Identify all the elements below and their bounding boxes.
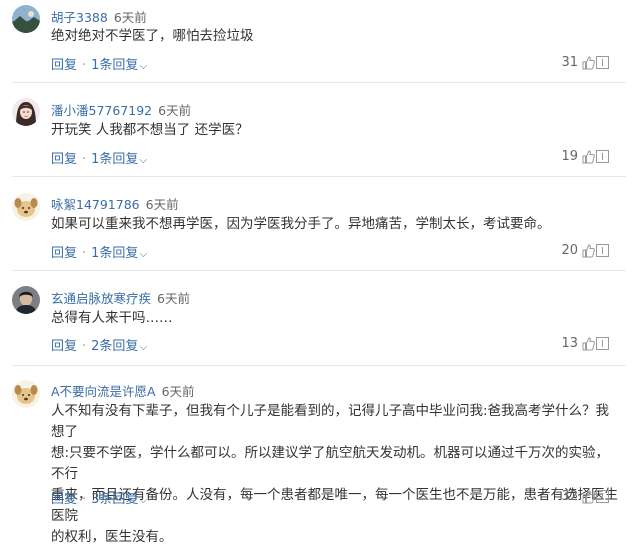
like-count: 13 [561, 336, 578, 351]
reply-count-toggle[interactable]: 1条回复⌵ [91, 246, 147, 261]
comment-text-line: 开玩笑 人我都不想当了 还学医？ [51, 122, 249, 138]
comment-time: 6天前 [157, 291, 190, 306]
comment-meta: 玄通启脉放寒疗疾 6天前 [51, 288, 190, 307]
action-separator: · [82, 339, 87, 354]
thumbs-up-icon[interactable] [582, 336, 595, 351]
like-count: 31 [561, 55, 578, 70]
chevron-down-icon: ⌵ [139, 155, 148, 166]
comment-meta: 潘小潘57767192 6天前 [51, 100, 191, 119]
comment-text-line: 总得有人来干吗…… [51, 310, 173, 326]
comment-text-line: 人不知有没有下辈子，但我有个儿子是能看到的，记得儿子高中毕业问我:爸我高考学什么… [51, 403, 610, 440]
comment-list: 胡子3388 6天前 绝对绝对不学医了，哪怕去捡垃圾 回复 · 1条回复⌵ 31 潘小… [0, 0, 640, 545]
comment-time: 6天前 [145, 197, 179, 212]
reply-count-toggle[interactable]: 1条回复⌵ [91, 58, 147, 73]
comment-divider [12, 82, 626, 83]
thumbs-up-icon[interactable] [582, 55, 595, 70]
like-count: 20 [561, 243, 578, 258]
reply-count-label: 1条回复 [91, 246, 139, 261]
username-link[interactable]: A不要向流是许愿A [51, 384, 156, 399]
comment-text: 绝对绝对不学医了，哪怕去捡垃圾 [51, 26, 621, 47]
action-separator: · [82, 58, 87, 73]
dog-avatar-icon[interactable] [12, 380, 40, 408]
action-separator: · [82, 152, 87, 167]
comment-divider [12, 176, 626, 177]
thumbs-up-icon[interactable] [582, 489, 595, 504]
chevron-down-icon: ⌵ [139, 495, 148, 506]
thumbs-up-icon[interactable] [582, 149, 595, 164]
more-options-icon[interactable] [596, 150, 609, 163]
reply-count-toggle[interactable]: 2条回复⌵ [91, 339, 147, 354]
comment-text: 总得有人来干吗…… [51, 308, 621, 329]
thumbs-up-icon[interactable] [582, 243, 595, 258]
username-link[interactable]: 潘小潘57767192 [51, 103, 152, 118]
username-link[interactable]: 咏絮14791786 [51, 197, 140, 212]
comment-text: 人不知有没有下辈子，但我有个儿子是能看到的，记得儿子高中毕业问我:爸我高考学什么… [51, 401, 621, 548]
comment-meta: 咏絮14791786 6天前 [51, 194, 179, 213]
reply-count-toggle[interactable]: 3条回复⌵ [91, 492, 147, 507]
action-separator: · [82, 492, 87, 507]
comment-actions: 回复 · 1条回复⌵ [51, 242, 147, 261]
reply-button[interactable]: 回复 [51, 246, 77, 261]
man-avatar-icon[interactable] [12, 286, 40, 314]
comment-divider [12, 270, 626, 271]
comment-text-line: 想:只要不学医，学什么都可以。所以建议学了航空航天发动机。机器可以通过千万次的实… [51, 445, 610, 482]
comment-text-line: 的权利，医生没有。 [51, 529, 173, 545]
comment-meta: 胡子3388 6天前 [51, 7, 147, 26]
username-link[interactable]: 玄通启脉放寒疗疾 [51, 291, 151, 306]
reply-button[interactable]: 回复 [51, 492, 77, 507]
action-separator: · [82, 246, 87, 261]
comment-text: 如果可以重来我不想再学医，因为学医我分手了。异地痛苦，学制太长，考试要命。 [51, 214, 621, 235]
chevron-down-icon: ⌵ [139, 342, 148, 353]
comment-actions: 回复 · 2条回复⌵ [51, 335, 147, 354]
girl-avatar-icon[interactable] [12, 98, 40, 126]
reply-count-label: 3条回复 [91, 492, 139, 507]
chevron-down-icon: ⌵ [139, 61, 148, 72]
reply-button[interactable]: 回复 [51, 152, 77, 167]
comment-actions: 回复 · 1条回复⌵ [51, 54, 147, 73]
reply-count-label: 1条回复 [91, 152, 139, 167]
comment-meta: A不要向流是许愿A 6天前 [51, 381, 195, 400]
comment-text: 开玩笑 人我都不想当了 还学医？ [51, 120, 621, 141]
reply-count-label: 2条回复 [91, 339, 139, 354]
reply-count-label: 1条回复 [91, 58, 139, 73]
more-options-icon[interactable] [596, 337, 609, 350]
comment-divider [12, 365, 626, 366]
more-options-icon[interactable] [596, 490, 609, 503]
comment-time: 6天前 [113, 10, 147, 25]
comment-actions: 回复 · 1条回复⌵ [51, 148, 147, 167]
comment-time: 6天前 [161, 384, 195, 399]
dog-avatar-icon[interactable] [12, 193, 40, 221]
like-count: 19 [561, 149, 578, 164]
like-count: 32 [561, 489, 578, 504]
reply-count-toggle[interactable]: 1条回复⌵ [91, 152, 147, 167]
comment-text-line: 如果可以重来我不想再学医，因为学医我分手了。异地痛苦，学制太长，考试要命。 [51, 216, 551, 232]
username-link[interactable]: 胡子3388 [51, 10, 108, 25]
chevron-down-icon: ⌵ [139, 249, 148, 260]
comment-text-line: 绝对绝对不学医了，哪怕去捡垃圾 [51, 28, 254, 44]
comment-time: 6天前 [158, 103, 192, 118]
more-options-icon[interactable] [596, 56, 609, 69]
landscape-avatar-icon[interactable] [12, 5, 40, 33]
comment-actions: 回复 · 3条回复⌵ [51, 488, 147, 507]
more-options-icon[interactable] [596, 244, 609, 257]
reply-button[interactable]: 回复 [51, 58, 77, 73]
reply-button[interactable]: 回复 [51, 339, 77, 354]
